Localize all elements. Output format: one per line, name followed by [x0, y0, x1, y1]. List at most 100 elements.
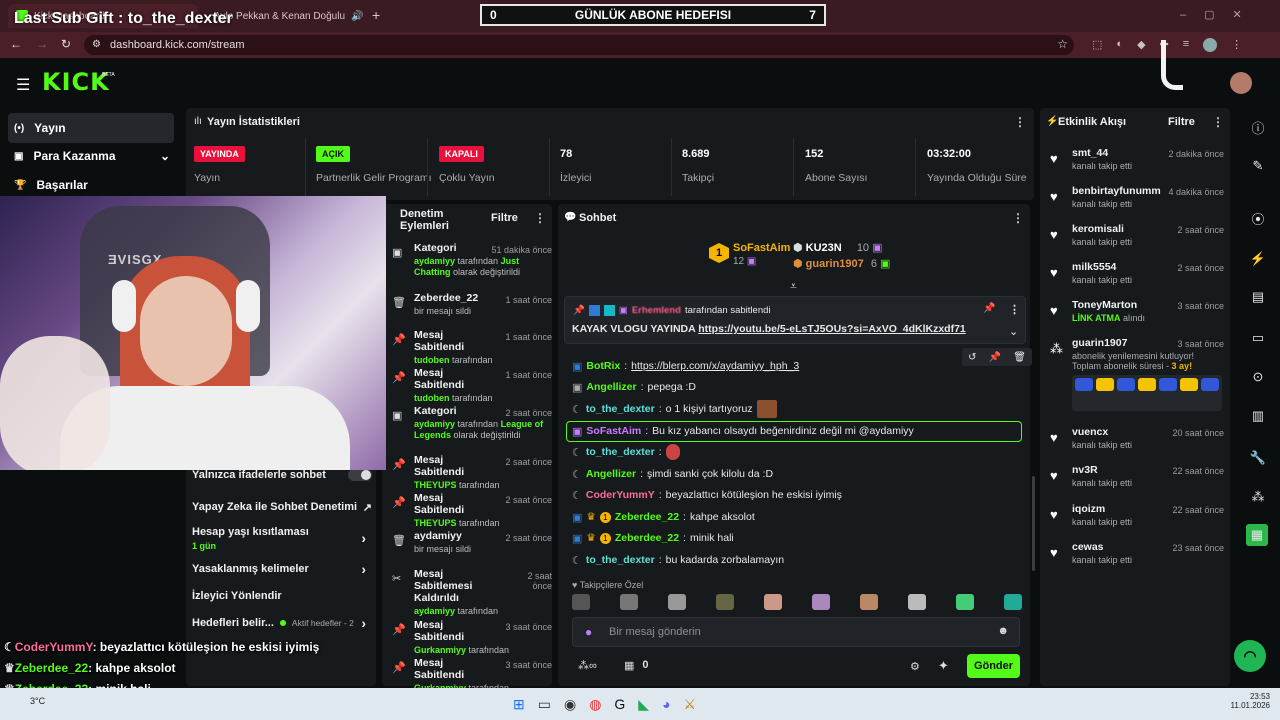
- stats-menu-icon[interactable]: ⋮: [1014, 115, 1026, 129]
- viewer-redirect-row[interactable]: İzleyici Yönlendir: [192, 590, 372, 602]
- activity-menu-icon[interactable]: ⋮: [1212, 115, 1224, 129]
- username-link[interactable]: THEYUPS: [414, 518, 457, 528]
- app-icon[interactable]: ◉: [564, 696, 576, 713]
- emote[interactable]: [956, 594, 974, 610]
- chevron-down-icon[interactable]: ⌄: [1009, 325, 1018, 338]
- bookmark-star-icon[interactable]: ☆: [1057, 37, 1068, 51]
- activity-item[interactable]: ♥ iqoizm 22 saat önce kanalı takip etti: [1048, 503, 1224, 541]
- chat-username[interactable]: Angellizer: [586, 381, 636, 393]
- broadcast-icon[interactable]: ⊙: [1247, 366, 1269, 388]
- connections-icon[interactable]: ⁂: [1247, 486, 1269, 508]
- activity-item[interactable]: ♥ smt_44 2 dakika önce kanalı takip etti: [1048, 147, 1224, 185]
- layout-icon[interactable]: ▥: [1247, 405, 1269, 427]
- info-icon[interactable]: ⓘ: [1247, 116, 1269, 138]
- chat-message[interactable]: ☾ CoderYummY: beyazlattıcı kötüleşion he e…: [572, 485, 842, 505]
- moderation-item[interactable]: 📌 Mesaj Sabitlendi 1 saat önce tudoben tara…: [392, 367, 552, 403]
- account-age-row[interactable]: Hesap yaşı kısıtlaması 1 gün ›: [192, 526, 372, 551]
- chrome-icon[interactable]: ◍: [589, 696, 601, 713]
- channel-points[interactable]: ▦ 0: [624, 659, 649, 672]
- chat-username[interactable]: to_the_dexter: [586, 446, 655, 458]
- chat-message[interactable]: ▣ Angellizer: pepega :D: [572, 377, 696, 397]
- extension-icon[interactable]: ◐: [1116, 38, 1123, 52]
- send-button[interactable]: Gönder: [967, 654, 1020, 678]
- app-icon[interactable]: ◣: [638, 696, 649, 713]
- activity-item[interactable]: ♥ benbirtayfunumm 4 dakika önce kanalı taki…: [1048, 185, 1224, 223]
- emote[interactable]: [812, 594, 830, 610]
- emote[interactable]: [908, 594, 926, 610]
- top-gifter-3[interactable]: ⬢ guarin1907 6 ▣: [793, 257, 890, 270]
- moderation-item[interactable]: ▣ Kategori 2 saat önce aydamiyy tarafından …: [392, 405, 552, 441]
- activity-item[interactable]: ♥ nv3R 22 saat önce kanalı takip etti: [1048, 464, 1224, 502]
- username-link[interactable]: THEYUPS: [414, 480, 457, 490]
- wrench-icon[interactable]: 🔧: [1247, 447, 1269, 469]
- user-avatar[interactable]: [1230, 72, 1252, 94]
- emote[interactable]: [764, 594, 782, 610]
- chat-rules-icon[interactable]: ✦: [938, 658, 949, 674]
- support-headset-icon[interactable]: ◠: [1234, 640, 1266, 672]
- chat-link[interactable]: https://blerp.com/x/aydamiyy_hph_3: [631, 360, 799, 372]
- activity-filter-button[interactable]: Filtre: [1168, 116, 1195, 128]
- app-icon[interactable]: G: [614, 696, 625, 713]
- emote[interactable]: [860, 594, 878, 610]
- reply-icon[interactable]: ↺: [968, 352, 976, 363]
- emoji-icon[interactable]: ☻: [997, 625, 1009, 637]
- chat-username[interactable]: CoderYummY: [586, 489, 655, 501]
- emote[interactable]: [668, 594, 686, 610]
- expand-gifters-icon[interactable]: ⩡: [790, 279, 797, 294]
- window-controls[interactable]: –▢✕: [1180, 8, 1260, 21]
- chat-scrollbar[interactable]: [1032, 476, 1035, 571]
- chevron-down-icon[interactable]: ⌄: [160, 149, 170, 163]
- username-link[interactable]: Gurkanmiyy: [414, 645, 466, 655]
- extension-icon[interactable]: ◆: [1137, 38, 1145, 52]
- chat-username[interactable]: Zeberdee_22: [615, 532, 679, 544]
- emote[interactable]: [716, 594, 734, 610]
- chat-settings-icon[interactable]: ⚙: [910, 660, 920, 673]
- translate-extension-icon[interactable]: ⬚: [1092, 38, 1102, 52]
- chat-menu-icon[interactable]: ⋮: [1012, 211, 1024, 225]
- activity-item[interactable]: ♥ keromisali 2 saat önce kanalı takip etti: [1048, 223, 1224, 261]
- chat-message[interactable]: ☾ to_the_dexter:: [572, 442, 680, 462]
- microphone-icon[interactable]: ●: [585, 625, 592, 639]
- top-gifter-1[interactable]: SoFastAim 12 ▣: [733, 242, 790, 267]
- chat-username[interactable]: Angellizer: [586, 468, 636, 480]
- bolt-icon[interactable]: ⚡: [1247, 248, 1269, 270]
- moderation-item[interactable]: 📌 Mesaj Sabitlendi 1 saat önce tudoben tara…: [392, 329, 552, 365]
- chat-message[interactable]: ☾ Angellizer: şimdi sanki çok kilolu da :D: [572, 464, 773, 484]
- pinned-link[interactable]: https://youtu.be/5-eLsTJ5OUs?si=AxVO_4dK…: [698, 323, 966, 335]
- profile-avatar[interactable]: [1203, 38, 1218, 52]
- app-icon[interactable]: ⚔: [684, 696, 697, 713]
- username-link[interactable]: tudoben: [414, 393, 450, 403]
- chat-input[interactable]: ● Bir mesaj gönderin ☻: [572, 617, 1020, 647]
- nav-item-achievements[interactable]: 🏆 Başarılar: [14, 178, 88, 192]
- moderation-item[interactable]: 🗑 Zeberdee_22 1 saat önce bir mesajı sildi: [392, 292, 552, 328]
- activity-item[interactable]: ⁂ guarin1907 3 saat önce abonelik yenilemes…: [1048, 337, 1224, 411]
- username-link[interactable]: aydamiyy: [414, 606, 455, 616]
- chat-username[interactable]: Zeberdee_22: [615, 511, 679, 523]
- moderation-item[interactable]: 📌 Mesaj Sabitlendi 3 saat önce Gurkanmiyy t…: [392, 619, 552, 655]
- ai-moderation-row[interactable]: Yapay Zeka ile Sohbet Denetimi ↗: [192, 501, 372, 514]
- url-field[interactable]: ⚙ dashboard.kick.com/stream ☆: [84, 35, 1074, 55]
- clock[interactable]: 23:53 11.01.2026: [1220, 692, 1270, 710]
- discord-icon[interactable]: ◕: [662, 696, 670, 713]
- moderation-filter-button[interactable]: Filtre: [491, 212, 518, 224]
- moderation-item[interactable]: ✂ Mesaj Sabitlemesi Kaldırıldı 2 saat önce…: [392, 568, 552, 616]
- moderation-menu-icon[interactable]: ⋮: [534, 211, 546, 225]
- pin-icon[interactable]: 📌: [989, 352, 1001, 363]
- emote[interactable]: [1004, 594, 1022, 610]
- username-link[interactable]: tudoben: [414, 355, 450, 365]
- unpin-icon[interactable]: 📌: [983, 303, 995, 314]
- media-control-icon[interactable]: ≡: [1183, 38, 1189, 52]
- windows-start-icon[interactable]: ⊞: [513, 696, 525, 713]
- emote-only-toggle[interactable]: [348, 469, 372, 481]
- activity-item[interactable]: ♥ cewas 23 saat önce kanalı takip etti: [1048, 541, 1224, 579]
- username-link[interactable]: aydamiyy: [414, 419, 455, 429]
- menu-dots-icon[interactable]: ⋮: [1231, 38, 1242, 52]
- moderation-item[interactable]: 📌 Mesaj Sabitlendi 2 saat önce THEYUPS tara…: [392, 454, 552, 490]
- moderation-item[interactable]: 📌 Mesaj Sabitlendi 2 saat önce THEYUPS tara…: [392, 492, 552, 528]
- top-gifter-2[interactable]: ⬢ KU23N 10 ▣: [793, 241, 883, 254]
- emote[interactable]: [620, 594, 638, 610]
- banned-words-row[interactable]: Yasaklanmış kelimeler ›: [192, 561, 372, 577]
- nav-item-monetization[interactable]: ▣ Para Kazanma ⌄: [14, 149, 170, 163]
- reload-icon[interactable]: ↻: [61, 37, 71, 51]
- site-info-icon[interactable]: ⚙: [92, 39, 101, 50]
